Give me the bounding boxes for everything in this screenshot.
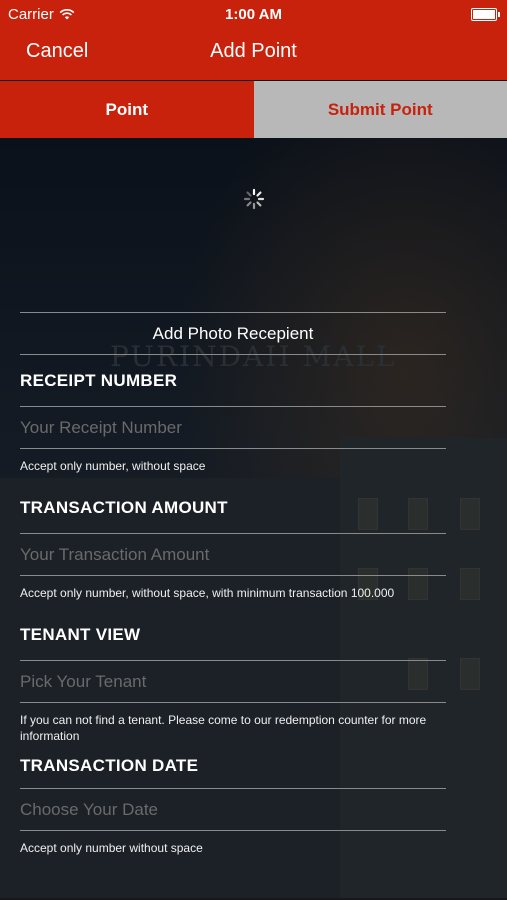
- tenant-picker-input[interactable]: [20, 661, 446, 702]
- add-photo-button[interactable]: Add Photo Recepient: [20, 313, 446, 354]
- status-bar: Carrier 1:00 AM: [0, 0, 507, 28]
- transaction-amount-section: TRANSACTION AMOUNT Accept only number, w…: [20, 482, 446, 601]
- transaction-date-section: TRANSACTION DATE Accept only number with…: [20, 744, 446, 856]
- divider: [20, 575, 446, 576]
- transaction-amount-title: TRANSACTION AMOUNT: [20, 497, 228, 517]
- tenant-view-note: If you can not find a tenant. Please com…: [20, 713, 427, 743]
- screen: PURINDAH MALL Carrier 1:00 AM Cancel Add…: [0, 0, 507, 900]
- receipt-number-title: RECEIPT NUMBER: [20, 370, 178, 390]
- receipt-number-note: Accept only number, without space: [20, 459, 206, 473]
- tenant-view-section: TENANT VIEW If you can not find a tenant…: [20, 609, 446, 744]
- transaction-date-note: Accept only number without space: [20, 841, 203, 855]
- divider: [20, 702, 446, 703]
- status-time: 1:00 AM: [225, 6, 282, 23]
- battery-icon: [471, 8, 500, 21]
- tab-submit-point[interactable]: Submit Point: [253, 81, 507, 138]
- divider: [20, 830, 446, 831]
- transaction-date-title: TRANSACTION DATE: [20, 756, 199, 775]
- add-point-form: Add Photo Recepient RECEIPT NUMBER Accep…: [20, 312, 446, 856]
- transaction-date-input[interactable]: [20, 789, 446, 830]
- tab-point[interactable]: Point: [0, 81, 254, 138]
- transaction-amount-note: Accept only number, without space, with …: [20, 586, 395, 600]
- segment-tabs: Point Submit Point: [0, 81, 507, 138]
- nav-bar: Carrier 1:00 AM Cancel Add Point: [0, 0, 507, 80]
- transaction-amount-input[interactable]: [20, 534, 446, 575]
- page-title: Add Point: [210, 40, 297, 62]
- tenant-view-title: TENANT VIEW: [20, 624, 141, 644]
- receipt-number-section: RECEIPT NUMBER Accept only number, witho…: [20, 355, 446, 474]
- receipt-number-input[interactable]: [20, 407, 446, 448]
- divider: [20, 448, 446, 449]
- loading-spinner-icon: [243, 188, 265, 210]
